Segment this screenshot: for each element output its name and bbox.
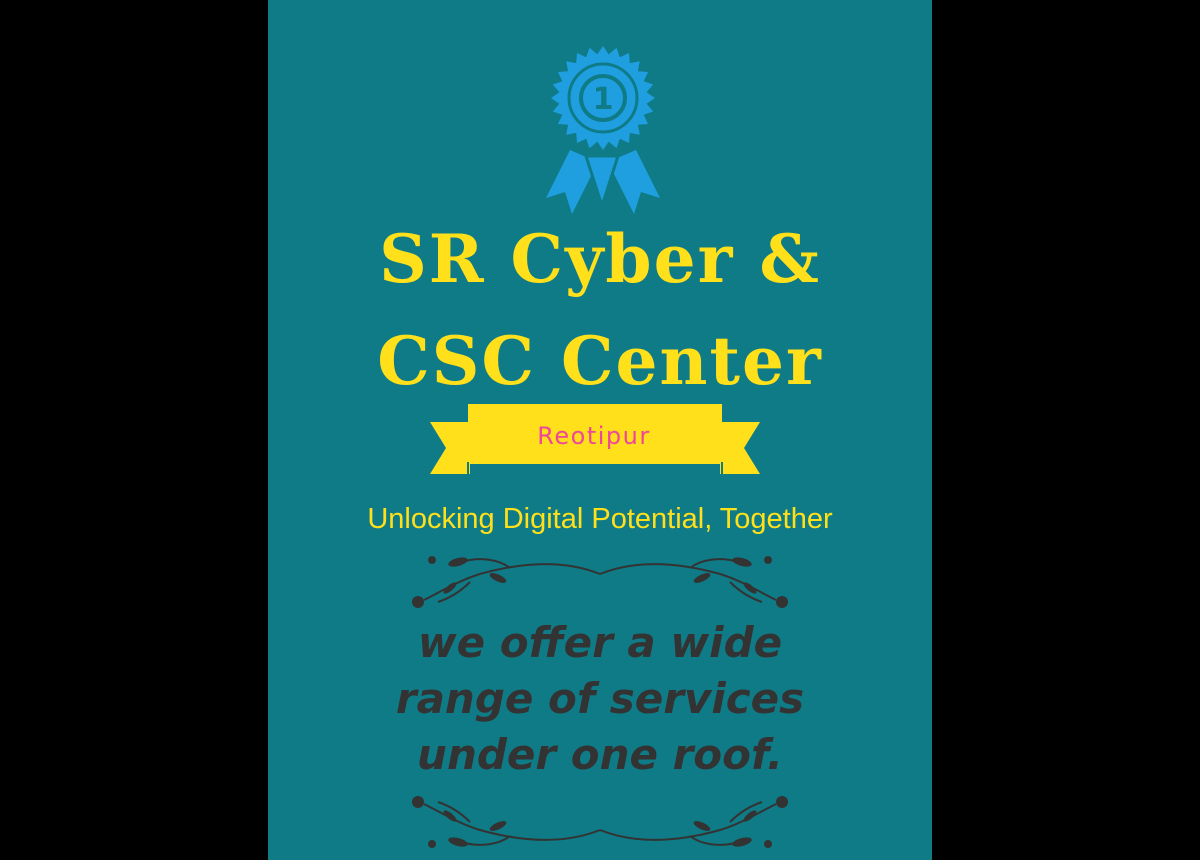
award-ribbon-icon: 1	[546, 46, 660, 214]
body-text-line-1: we offer a wide	[417, 618, 783, 667]
tagline: Unlocking Digital Potential, Together	[367, 503, 833, 535]
body-text-line-2: range of services	[395, 674, 805, 723]
floral-divider-icon	[412, 796, 788, 848]
floral-divider-icon	[412, 556, 788, 608]
page: 1 SR Cyber & CSC Center Reotipur Unlocki…	[0, 0, 1200, 860]
title-line-2: CSC Center	[377, 322, 823, 400]
location-label: Reotipur	[537, 422, 651, 450]
body-text-line-3: under one roof.	[417, 730, 783, 779]
badge-number: 1	[593, 82, 614, 117]
title-line-1: SR Cyber &	[379, 220, 821, 298]
